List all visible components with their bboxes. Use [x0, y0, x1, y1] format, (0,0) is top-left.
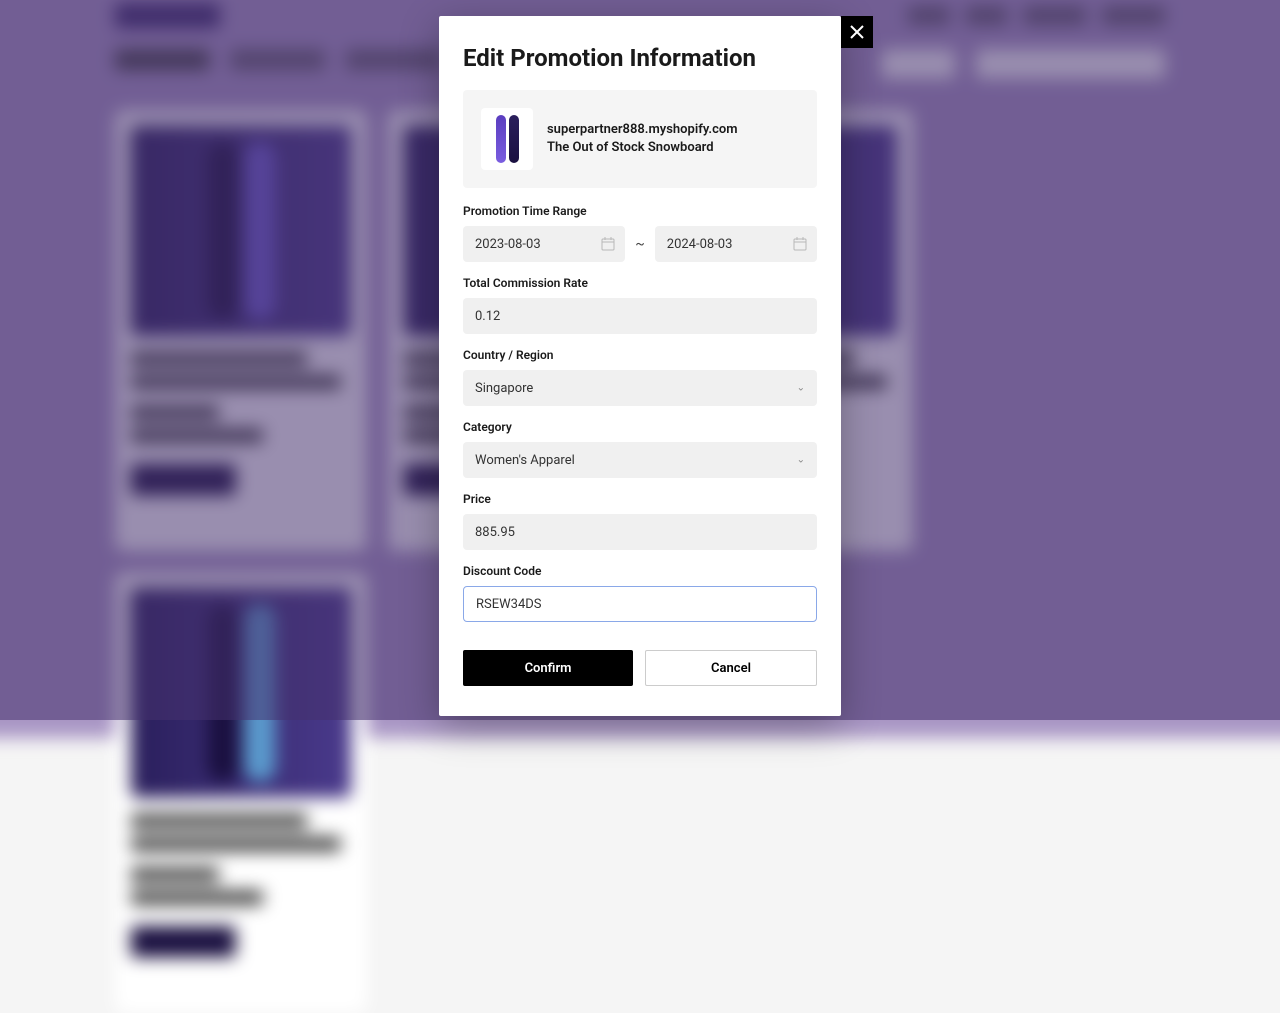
time-range-label: Promotion Time Range: [463, 204, 817, 218]
price-input[interactable]: [463, 514, 817, 550]
modal-title: Edit Promotion Information: [463, 44, 817, 72]
country-label: Country / Region: [463, 348, 817, 362]
chevron-down-icon: ⌄: [797, 383, 805, 394]
chevron-down-icon: ⌄: [797, 455, 805, 466]
product-thumbnail: [481, 108, 533, 170]
commission-label: Total Commission Rate: [463, 276, 817, 290]
category-select[interactable]: [463, 442, 817, 478]
date-separator: ~: [635, 236, 645, 252]
commission-input[interactable]: [463, 298, 817, 334]
close-button[interactable]: [841, 16, 873, 48]
calendar-icon: [793, 237, 807, 251]
discount-code-input[interactable]: [463, 586, 817, 622]
calendar-icon: [601, 237, 615, 251]
country-select[interactable]: [463, 370, 817, 406]
confirm-button[interactable]: Confirm: [463, 650, 633, 686]
product-info: superpartner888.myshopify.com The Out of…: [547, 121, 738, 157]
cancel-button[interactable]: Cancel: [645, 650, 817, 686]
product-summary: superpartner888.myshopify.com The Out of…: [463, 90, 817, 188]
category-label: Category: [463, 420, 817, 434]
price-label: Price: [463, 492, 817, 506]
edit-promotion-modal: Edit Promotion Information superpartner8…: [439, 16, 841, 716]
product-name: The Out of Stock Snowboard: [547, 139, 738, 157]
discount-label: Discount Code: [463, 564, 817, 578]
product-domain: superpartner888.myshopify.com: [547, 121, 738, 139]
close-icon: [849, 24, 865, 40]
